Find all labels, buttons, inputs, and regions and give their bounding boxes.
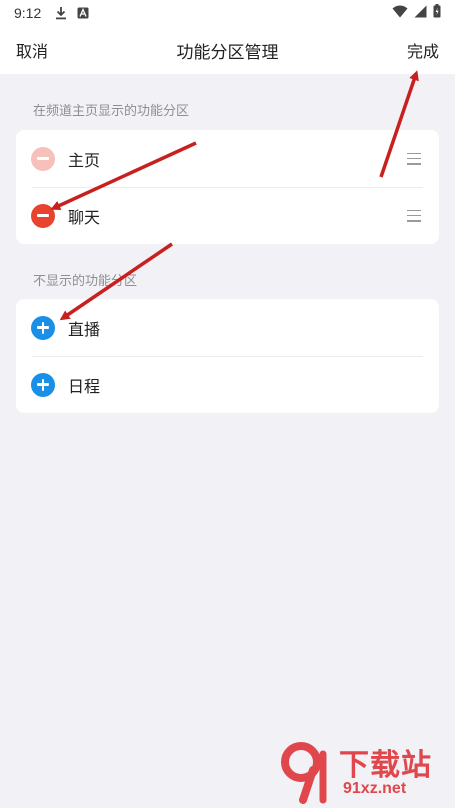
done-button[interactable]: 完成	[407, 38, 439, 62]
hidden-section-label: 不显示的功能分区	[33, 274, 138, 289]
status-time: 9:12	[14, 5, 42, 21]
list-item-schedule[interactable]: 日程	[16, 356, 439, 413]
add-button-icon[interactable]	[31, 372, 55, 397]
add-button-icon[interactable]	[31, 315, 55, 340]
watermark-url: 91xz.net	[343, 780, 407, 797]
watermark-logo-icon	[281, 742, 327, 804]
status-bar: 9:12	[0, 0, 455, 26]
wifi-icon	[392, 5, 408, 22]
remove-button-icon[interactable]	[31, 203, 55, 228]
list-item-home[interactable]: 主页	[16, 130, 439, 187]
shown-section-label: 在频道主页显示的功能分区	[33, 104, 190, 119]
nav-bar: 取消 功能分区管理 完成	[0, 26, 455, 74]
list-item-label: 直播	[68, 319, 101, 339]
drag-handle-icon[interactable]	[407, 209, 421, 222]
hidden-section-card: 直播 日程	[16, 299, 439, 413]
remove-disabled-icon	[31, 146, 55, 171]
list-item-label: 聊天	[68, 207, 101, 227]
signal-icon	[414, 5, 427, 22]
list-item-label: 主页	[68, 150, 101, 170]
watermark-title: 下载站	[339, 748, 432, 783]
a-icon	[77, 7, 89, 19]
drag-handle-icon[interactable]	[407, 152, 421, 165]
battery-icon	[433, 4, 441, 22]
watermark: 下载站 91xz.net	[279, 740, 449, 804]
list-item-chat[interactable]: 聊天	[16, 187, 439, 244]
download-icon	[55, 6, 67, 20]
list-item-live[interactable]: 直播	[16, 299, 439, 356]
shown-section-card: 主页 聊天	[16, 130, 439, 244]
list-item-label: 日程	[68, 376, 101, 396]
page-title: 功能分区管理	[176, 42, 279, 63]
cancel-button[interactable]: 取消	[16, 38, 48, 62]
